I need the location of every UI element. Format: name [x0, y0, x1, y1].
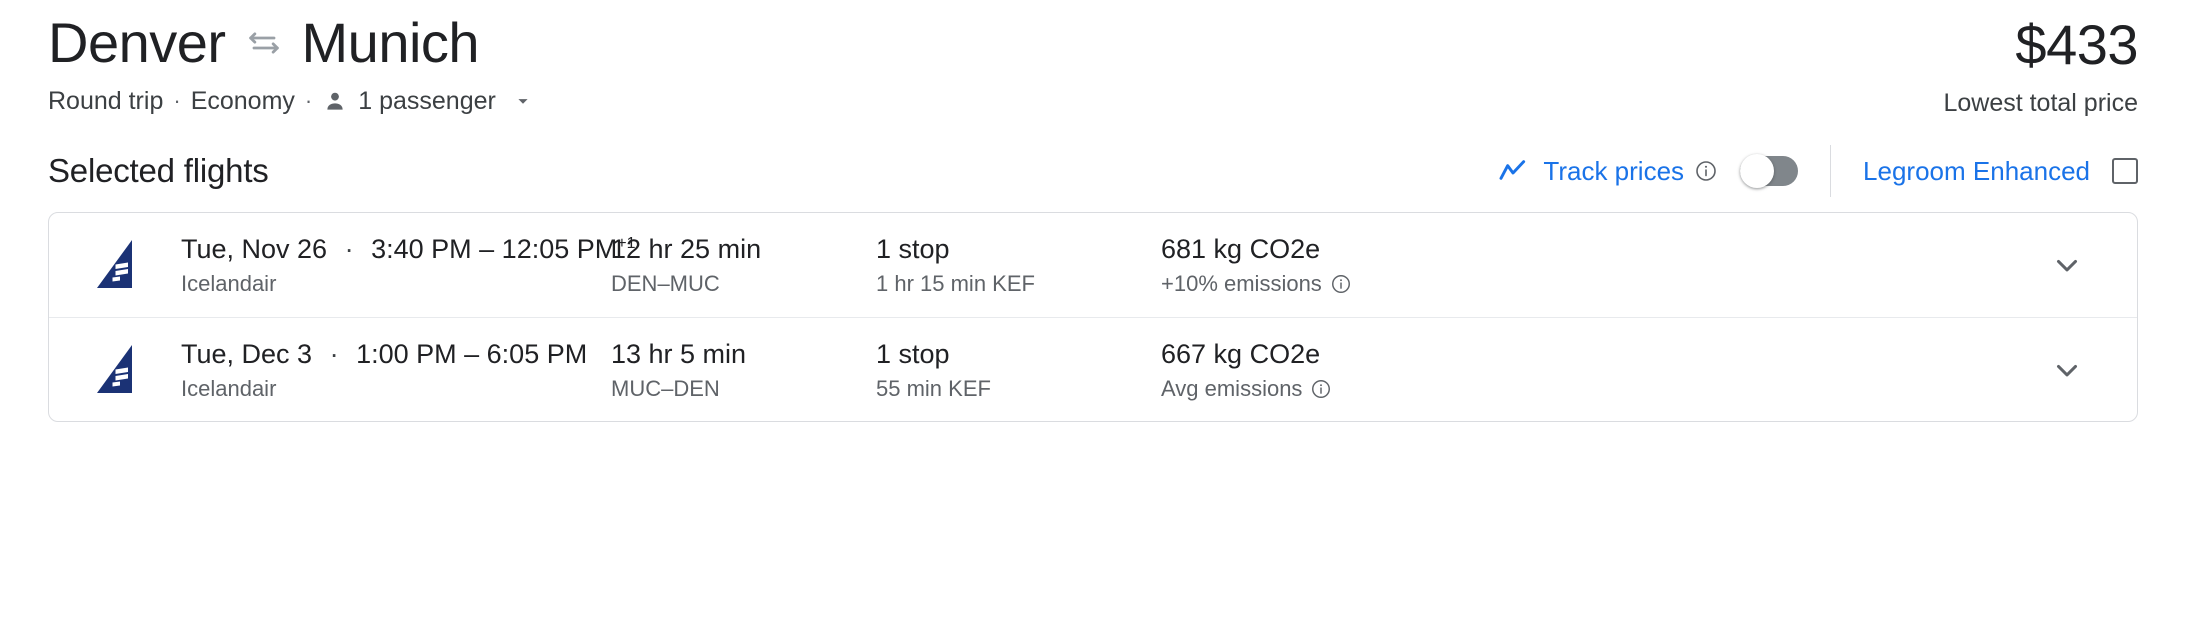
table-row[interactable]: Tue, Nov 26 · 3:40 PM – 12:05 PM+1 Icela…: [49, 213, 2137, 317]
flight-emissions-cell: 667 kg CO2e Avg emissions: [1161, 336, 1581, 404]
flight-date: Tue, Dec 3: [181, 338, 313, 369]
flight-stops-cell: 1 stop 55 min KEF: [876, 336, 1161, 404]
flight-emissions-note-row: Avg emissions: [1161, 374, 1581, 404]
icelandair-tail-logo: [85, 343, 181, 397]
legroom-enhanced-checkbox[interactable]: [2112, 158, 2138, 184]
flight-results-page: Denver Munich Round trip · Economy · 1 p…: [0, 0, 2186, 644]
flight-stops: 1 stop: [876, 338, 950, 369]
legroom-enhanced-label[interactable]: Legroom Enhanced: [1863, 155, 2090, 187]
origin-city: Denver: [48, 11, 226, 74]
route-summary: Denver Munich Round trip · Economy · 1 p…: [48, 8, 534, 118]
flight-emissions-note: +10% emissions: [1161, 271, 1322, 296]
date-time-separator: ·: [344, 234, 354, 264]
flight-layover: 55 min KEF: [876, 375, 991, 401]
flight-route: MUC–DEN: [611, 375, 720, 401]
flight-duration-cell: 13 hr 5 min MUC–DEN: [611, 336, 876, 404]
flight-time-primary: Tue, Nov 26 · 3:40 PM – 12:05 PM+1: [181, 231, 636, 267]
flight-time-cell: Tue, Nov 26 · 3:40 PM – 12:05 PM+1 Icela…: [181, 231, 636, 299]
flight-emissions-note-row: +10% emissions: [1161, 269, 1581, 299]
flight-time-primary: Tue, Dec 3 · 1:00 PM – 6:05 PM: [181, 336, 611, 372]
flight-layover: 1 hr 15 min KEF: [876, 271, 1035, 296]
controls-divider: [1830, 145, 1832, 197]
trip-type-label[interactable]: Round trip: [48, 84, 163, 118]
flight-duration: 13 hr 5 min: [611, 338, 747, 369]
flight-emissions-cell: 681 kg CO2e +10% emissions: [1161, 231, 1581, 299]
airline-name: Icelandair: [181, 375, 277, 401]
trending-chart-icon: [1497, 155, 1529, 187]
price-summary: $433 Lowest total price: [1943, 8, 2138, 120]
flight-duration: 12 hr 25 min: [611, 234, 762, 264]
flight-time-cell: Tue, Dec 3 · 1:00 PM – 6:05 PM Icelandai…: [181, 336, 611, 404]
flight-emissions: 667 kg CO2e: [1161, 338, 1321, 369]
passenger-count-label[interactable]: 1 passenger: [358, 84, 496, 118]
person-icon: [322, 88, 348, 114]
flight-emissions: 681 kg CO2e: [1161, 234, 1321, 264]
info-icon[interactable]: [1694, 159, 1718, 183]
meta-separator-2: ·: [304, 88, 313, 113]
date-time-separator: ·: [329, 338, 339, 369]
flight-route: DEN–MUC: [611, 271, 720, 296]
flight-times: 3:40 PM – 12:05 PM: [371, 234, 618, 264]
section-controls: Track prices Legroom Enhanced: [1497, 145, 2138, 197]
track-prices-control[interactable]: Track prices: [1497, 154, 1799, 188]
info-icon[interactable]: [1310, 378, 1332, 400]
icelandair-tail-logo: [85, 238, 181, 292]
chevron-down-icon[interactable]: [2039, 237, 2095, 293]
flight-emissions-note: Avg emissions: [1161, 375, 1303, 401]
selected-flights-bar: Selected flights Track prices Legroom En…: [48, 145, 2138, 197]
cabin-class-label[interactable]: Economy: [191, 84, 295, 118]
chevron-down-icon[interactable]: [2039, 342, 2095, 398]
swap-horizontal-icon[interactable]: [244, 23, 284, 63]
destination-city: Munich: [301, 11, 480, 74]
page-header: Denver Munich Round trip · Economy · 1 p…: [48, 0, 2138, 120]
table-row[interactable]: Tue, Dec 3 · 1:00 PM – 6:05 PM Icelandai…: [49, 317, 2137, 421]
flight-date: Tue, Nov 26: [181, 234, 328, 264]
trip-options[interactable]: Round trip · Economy · 1 passenger: [48, 84, 534, 118]
total-price: $433: [2015, 13, 2138, 76]
page-title: Selected flights: [48, 152, 269, 189]
flight-times: 1:00 PM – 6:05 PM: [356, 338, 588, 369]
chevron-down-icon[interactable]: [512, 90, 534, 112]
price-note: Lowest total price: [1943, 89, 2138, 117]
flight-duration-cell: 12 hr 25 min DEN–MUC: [611, 231, 876, 299]
meta-separator-1: ·: [173, 88, 181, 113]
selected-flights-card: Tue, Nov 26 · 3:40 PM – 12:05 PM+1 Icela…: [48, 212, 2138, 422]
track-prices-label[interactable]: Track prices: [1543, 155, 1684, 187]
route-title: Denver Munich: [48, 8, 534, 78]
airline-name: Icelandair: [181, 271, 277, 296]
track-prices-toggle[interactable]: [1740, 154, 1799, 188]
toggle-knob: [1740, 154, 1775, 188]
legroom-enhanced-control[interactable]: Legroom Enhanced: [1863, 155, 2138, 187]
info-icon[interactable]: [1330, 273, 1352, 295]
flight-stops: 1 stop: [876, 234, 950, 264]
flight-stops-cell: 1 stop 1 hr 15 min KEF: [876, 231, 1161, 299]
